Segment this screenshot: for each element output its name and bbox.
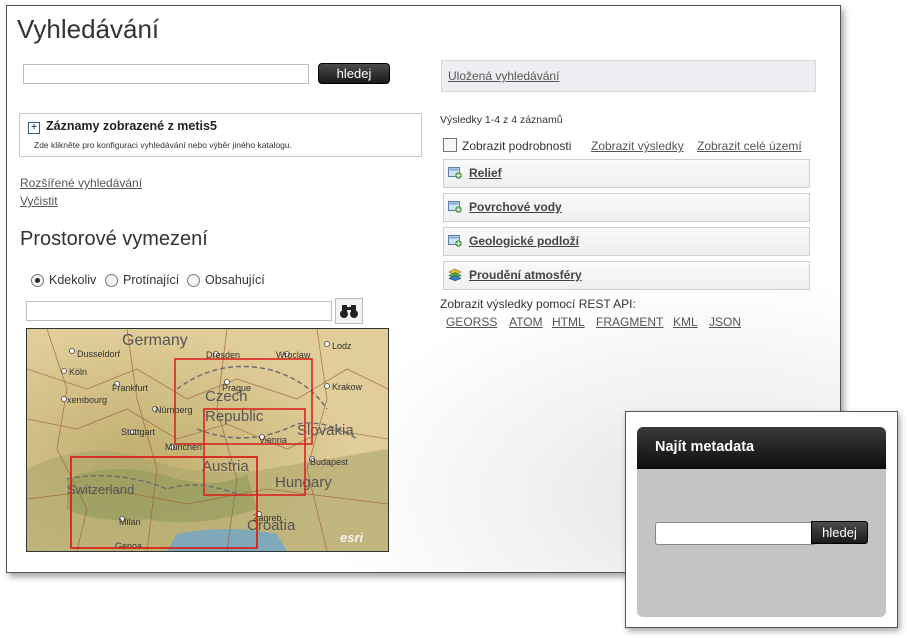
map-label-city: Frankfurt: [112, 383, 149, 393]
result-row[interactable]: Relief: [443, 159, 810, 188]
rest-link-fragment[interactable]: FRAGMENT: [596, 315, 663, 329]
catalog-description: Zde klikněte pro konfiguraci vyhledávání…: [34, 140, 292, 150]
show-details-checkbox[interactable]: [443, 138, 457, 152]
rest-link-json[interactable]: JSON: [709, 315, 741, 329]
page-title: Vyhledávání: [17, 14, 160, 44]
result-row[interactable]: Povrchové vody: [443, 193, 810, 222]
map-label-city: Milan: [119, 517, 141, 527]
binoculars-button[interactable]: [335, 298, 363, 324]
radio-label: Obsahující: [205, 273, 265, 287]
result-title-link[interactable]: Proudění atmosféry: [469, 268, 582, 282]
show-details-label: Zobrazit podrobnosti: [462, 139, 572, 153]
catalog-title[interactable]: Záznamy zobrazené z metis5: [46, 119, 217, 133]
rest-link-html[interactable]: HTML: [552, 315, 585, 329]
radio-button-selected[interactable]: [31, 273, 44, 287]
radio-intersecting[interactable]: Protínající: [105, 273, 179, 287]
result-title-link[interactable]: Geologické podloží: [469, 234, 579, 248]
esri-logo: esri: [340, 530, 364, 545]
map-label-city: Stuttgart: [121, 427, 156, 437]
catalog-selector[interactable]: + Záznamy zobrazené z metis5 Zde kliknět…: [19, 113, 422, 157]
show-results-link[interactable]: Zobrazit výsledky: [591, 139, 684, 153]
map-label-city: Köln: [69, 367, 87, 377]
saved-searches-link[interactable]: Uložená vyhledávání: [448, 69, 559, 83]
expand-plus-icon[interactable]: +: [28, 122, 40, 134]
add-layer-icon[interactable]: [448, 200, 462, 213]
widget-title: Najít metadata: [655, 439, 755, 455]
rest-link-georss[interactable]: GEORSS: [446, 315, 497, 329]
saved-searches-bar: Uložená vyhledávání: [441, 60, 816, 92]
rest-api-label: Zobrazit výsledky pomocí REST API:: [440, 297, 636, 311]
map-label-city: Prague: [222, 383, 251, 393]
widget-body: Najít metadata hledej: [637, 427, 886, 617]
rest-link-atom[interactable]: ATOM: [509, 315, 543, 329]
results-count: Výsledky 1-4 z 4 záznamů: [440, 114, 563, 126]
radio-label: Kdekoliv: [49, 273, 97, 287]
map-label-country: Republic: [205, 408, 264, 425]
binoculars-icon: [340, 305, 358, 318]
show-all-area-link[interactable]: Zobrazit celé území: [697, 139, 802, 153]
search-button[interactable]: hledej: [318, 63, 390, 84]
add-layer-icon[interactable]: [448, 234, 462, 247]
spatial-heading: Prostorové vymezení: [20, 228, 208, 250]
map-label-city: Budapest: [310, 457, 349, 467]
map-label-city: Genoa: [115, 541, 142, 551]
map-label-city: Krakow: [332, 382, 363, 392]
map-label-city: Dusseldorf: [77, 349, 121, 359]
result-title-link[interactable]: Relief: [469, 166, 502, 180]
radio-button[interactable]: [105, 273, 118, 287]
radio-button[interactable]: [187, 273, 200, 287]
search-input[interactable]: [23, 64, 309, 84]
map-label-country: Germany: [122, 332, 188, 349]
radio-anywhere[interactable]: Kdekoliv: [31, 273, 96, 287]
map-label-city: Lodz: [332, 341, 352, 351]
result-row[interactable]: Geologické podloží: [443, 227, 810, 256]
rest-link-kml[interactable]: KML: [673, 315, 698, 329]
map-label-city: Nürnberg: [155, 405, 193, 415]
map-label-country: Switzerland: [67, 482, 134, 497]
clear-link[interactable]: Vyčistit: [20, 194, 58, 208]
location-search-input[interactable]: [26, 301, 332, 321]
layers-stack-icon[interactable]: [448, 268, 462, 281]
widget-header: Najít metadata: [637, 427, 886, 469]
add-layer-icon[interactable]: [448, 166, 462, 179]
radio-label: Protínající: [123, 273, 180, 287]
find-metadata-widget: Najít metadata hledej: [625, 411, 898, 628]
radio-containing[interactable]: Obsahující: [187, 273, 265, 287]
result-title-link[interactable]: Povrchové vody: [469, 200, 562, 214]
map-label-country: Austria: [202, 458, 249, 475]
map-canvas[interactable]: Germany Czech Republic Slovakia Austria …: [27, 329, 388, 551]
widget-search-input[interactable]: [655, 522, 815, 545]
advanced-search-link[interactable]: Rozšířené vyhledávání: [20, 176, 142, 190]
result-row[interactable]: Proudění atmosféry: [443, 261, 810, 290]
map-label-country: Hungary: [275, 474, 332, 491]
widget-search-button[interactable]: hledej: [811, 521, 868, 544]
map-label-city: xembourg: [67, 395, 107, 405]
map-view[interactable]: Germany Czech Republic Slovakia Austria …: [26, 328, 389, 552]
